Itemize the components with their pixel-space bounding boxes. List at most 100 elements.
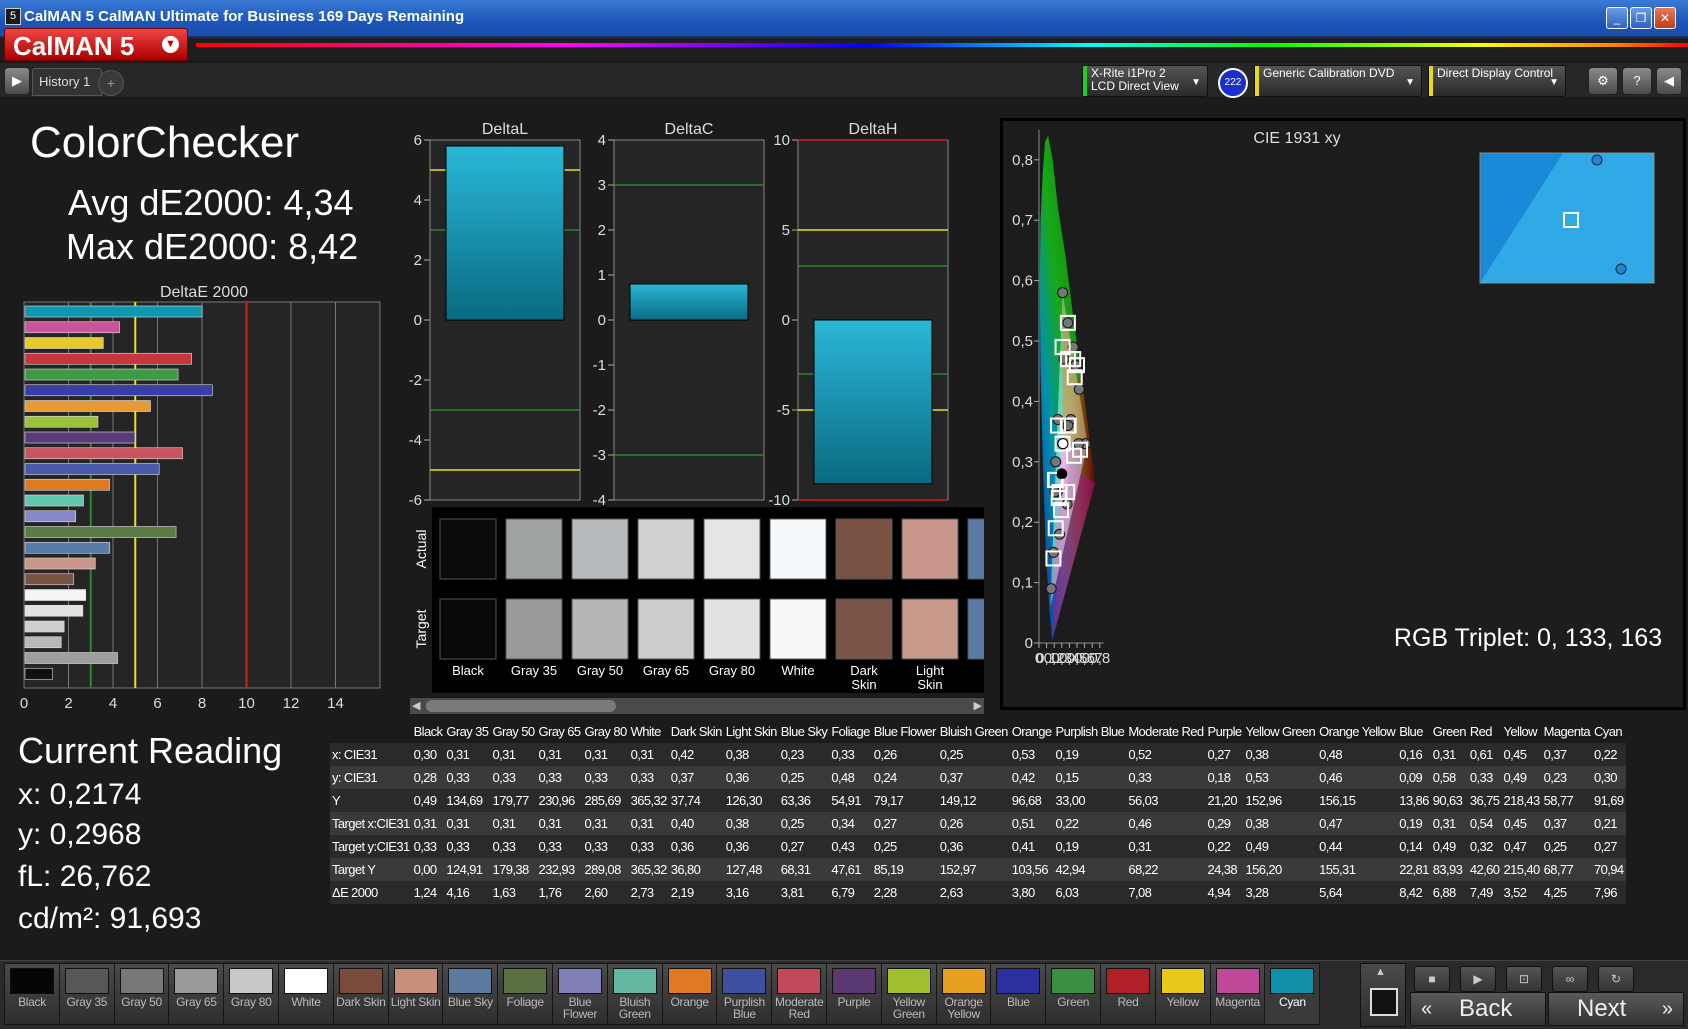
patch-label: Red — [1117, 995, 1139, 1009]
table-cell: 0,38 — [723, 743, 779, 766]
patch-label: Orange Yellow — [944, 995, 983, 1021]
table-cell: 0,36 — [723, 766, 779, 789]
table-cell: 0,46 — [1126, 812, 1206, 835]
table-cell: 2,60 — [582, 881, 629, 904]
patch-button[interactable]: Blue Sky — [442, 963, 499, 1025]
table-cell: 0,28 — [411, 766, 445, 789]
deltae-tick-label: 0 — [20, 695, 28, 712]
meter-badge[interactable]: 222 — [1218, 68, 1248, 98]
rainbow-strip — [196, 43, 1688, 47]
patch-button[interactable]: Purplish Blue — [716, 963, 773, 1025]
collapse-left-icon[interactable]: ◀ — [1656, 67, 1682, 95]
patch-button[interactable]: Yellow — [1154, 963, 1211, 1025]
next-button[interactable]: Next » — [1548, 992, 1684, 1026]
play-icon[interactable]: ▶ — [1460, 966, 1496, 992]
patch-button[interactable]: Foliage — [497, 963, 554, 1025]
patch-label: Magenta — [1215, 995, 1260, 1009]
cie-actual-point — [1062, 317, 1074, 329]
close-button[interactable]: ✕ — [1654, 7, 1676, 29]
patch-button[interactable]: Cyan — [1264, 963, 1321, 1025]
table-cell: 285,69 — [582, 789, 629, 812]
delta-tick-label: 3 — [598, 177, 606, 194]
table-cell: 152,96 — [1243, 789, 1318, 812]
patch-swatch — [10, 968, 54, 994]
patch-button[interactable]: Gray 35 — [58, 963, 115, 1025]
patch-button[interactable]: Red — [1100, 963, 1156, 1025]
minimize-button[interactable]: _ — [1606, 7, 1628, 29]
table-cell: 0,51 — [1009, 812, 1054, 835]
source-selector[interactable]: Generic Calibration DVD ▼ — [1254, 65, 1422, 97]
stop-icon[interactable]: ■ — [1414, 966, 1450, 992]
patch-button[interactable]: Blue Flower — [552, 963, 608, 1025]
patch-label: Gray 35 — [66, 995, 108, 1009]
display-selector[interactable]: Direct Display Control ▼ — [1428, 65, 1566, 97]
patch-button[interactable]: Orange — [661, 963, 718, 1025]
patch-button[interactable]: Gray 80 — [223, 963, 280, 1025]
calman-logo-menu[interactable]: CalMAN 5 ▼ — [4, 28, 188, 61]
patch-button[interactable]: Yellow Green — [880, 963, 937, 1025]
table-cell: 0,26 — [871, 743, 938, 766]
swatch-label: Skin — [851, 677, 876, 692]
patch-button[interactable]: Black — [4, 963, 60, 1025]
table-cell: 0,31 — [1430, 743, 1468, 766]
table-cell: 96,68 — [1009, 789, 1054, 812]
table-cell: 0,31 — [444, 812, 491, 835]
patch-swatch — [503, 968, 548, 994]
patch-button[interactable]: Blue — [990, 963, 1047, 1025]
table-row: Y 0,49 134,69 179,77 230,96 285,69 365,32 37,74… — [330, 789, 1626, 812]
app-icon[interactable]: 5 — [5, 8, 21, 25]
cie-y-tick-label: 0,4 — [1012, 393, 1033, 410]
patch-button[interactable]: Magenta — [1209, 963, 1266, 1025]
meter-selector[interactable]: X-Rite i1Pro 2 LCD Direct View ▼ — [1082, 65, 1208, 97]
patch-button[interactable]: Orange Yellow — [935, 963, 992, 1025]
patch-label: Blue Flower — [562, 995, 598, 1021]
patch-button[interactable]: Gray 50 — [113, 963, 170, 1025]
table-cell: 0,31 — [490, 743, 537, 766]
scroll-right-icon[interactable]: ▶ — [974, 698, 982, 714]
maximize-button[interactable]: ❐ — [1630, 7, 1652, 29]
patch-button[interactable]: Green — [1045, 963, 1102, 1025]
back-arrow-icon: « — [1421, 998, 1433, 1020]
add-tab-button[interactable]: + — [98, 70, 124, 96]
help-icon[interactable]: ? — [1622, 67, 1652, 95]
table-header-row: Black Gray 35 Gray 50 Gray 65 Gray 80 White Da… — [330, 720, 1626, 743]
delta-tick-label: -2 — [409, 372, 422, 389]
patch-button[interactable]: White — [278, 963, 334, 1025]
actual-row-label: Actual — [413, 530, 429, 569]
play-icon[interactable]: ▶ — [4, 67, 30, 95]
measure-icon[interactable]: ⊡ — [1506, 966, 1542, 992]
table-column-header: Gray 35 — [444, 720, 491, 743]
patch-button[interactable]: Gray 65 — [168, 963, 225, 1025]
patch-button[interactable]: Purple — [826, 963, 882, 1025]
loop-icon[interactable]: ∞ — [1552, 966, 1588, 992]
table-row: ΔE 2000 1,24 4,16 1,63 1,76 2,60 2,73 2,19 3,16 3… — [330, 881, 1626, 904]
table-cell: 0,48 — [1317, 743, 1398, 766]
swatch-target — [769, 598, 827, 660]
scrollbar-thumb[interactable] — [426, 700, 616, 712]
delta-tick-label: 10 — [773, 132, 790, 149]
gear-icon[interactable]: ⚙ — [1588, 67, 1618, 95]
patch-button[interactable]: Moderate Red — [771, 963, 828, 1025]
cie-actual-point — [1045, 583, 1057, 595]
patch-mode-button[interactable]: ▲ — [1360, 963, 1406, 1027]
table-cell: 215,40 — [1501, 858, 1542, 881]
table-cell: 0,52 — [1126, 743, 1206, 766]
patch-button[interactable]: Bluish Green — [606, 963, 663, 1025]
table-column-header: Yellow Green — [1243, 720, 1318, 743]
patch-swatch — [1270, 968, 1315, 994]
back-button[interactable]: « Back — [1410, 992, 1546, 1026]
patch-button[interactable]: Light Skin — [387, 963, 444, 1025]
table-cell: 0,33 — [829, 743, 872, 766]
delta-tick-label: -1 — [593, 357, 606, 374]
table-cell: 0,33 — [582, 835, 629, 858]
scroll-left-icon[interactable]: ◀ — [412, 698, 420, 714]
table-cell: 2,63 — [937, 881, 1010, 904]
swatch-target — [637, 598, 695, 660]
cie-y-tick-label: 0,7 — [1012, 212, 1033, 229]
deltae-bar — [24, 352, 192, 365]
swatch-label: Skin — [917, 677, 942, 692]
patch-button[interactable]: Dark Skin — [332, 963, 389, 1025]
refresh-icon[interactable]: ↻ — [1598, 966, 1634, 992]
tab-history-1[interactable]: History 1 — [32, 68, 102, 96]
table-cell: 42,60 — [1467, 858, 1502, 881]
